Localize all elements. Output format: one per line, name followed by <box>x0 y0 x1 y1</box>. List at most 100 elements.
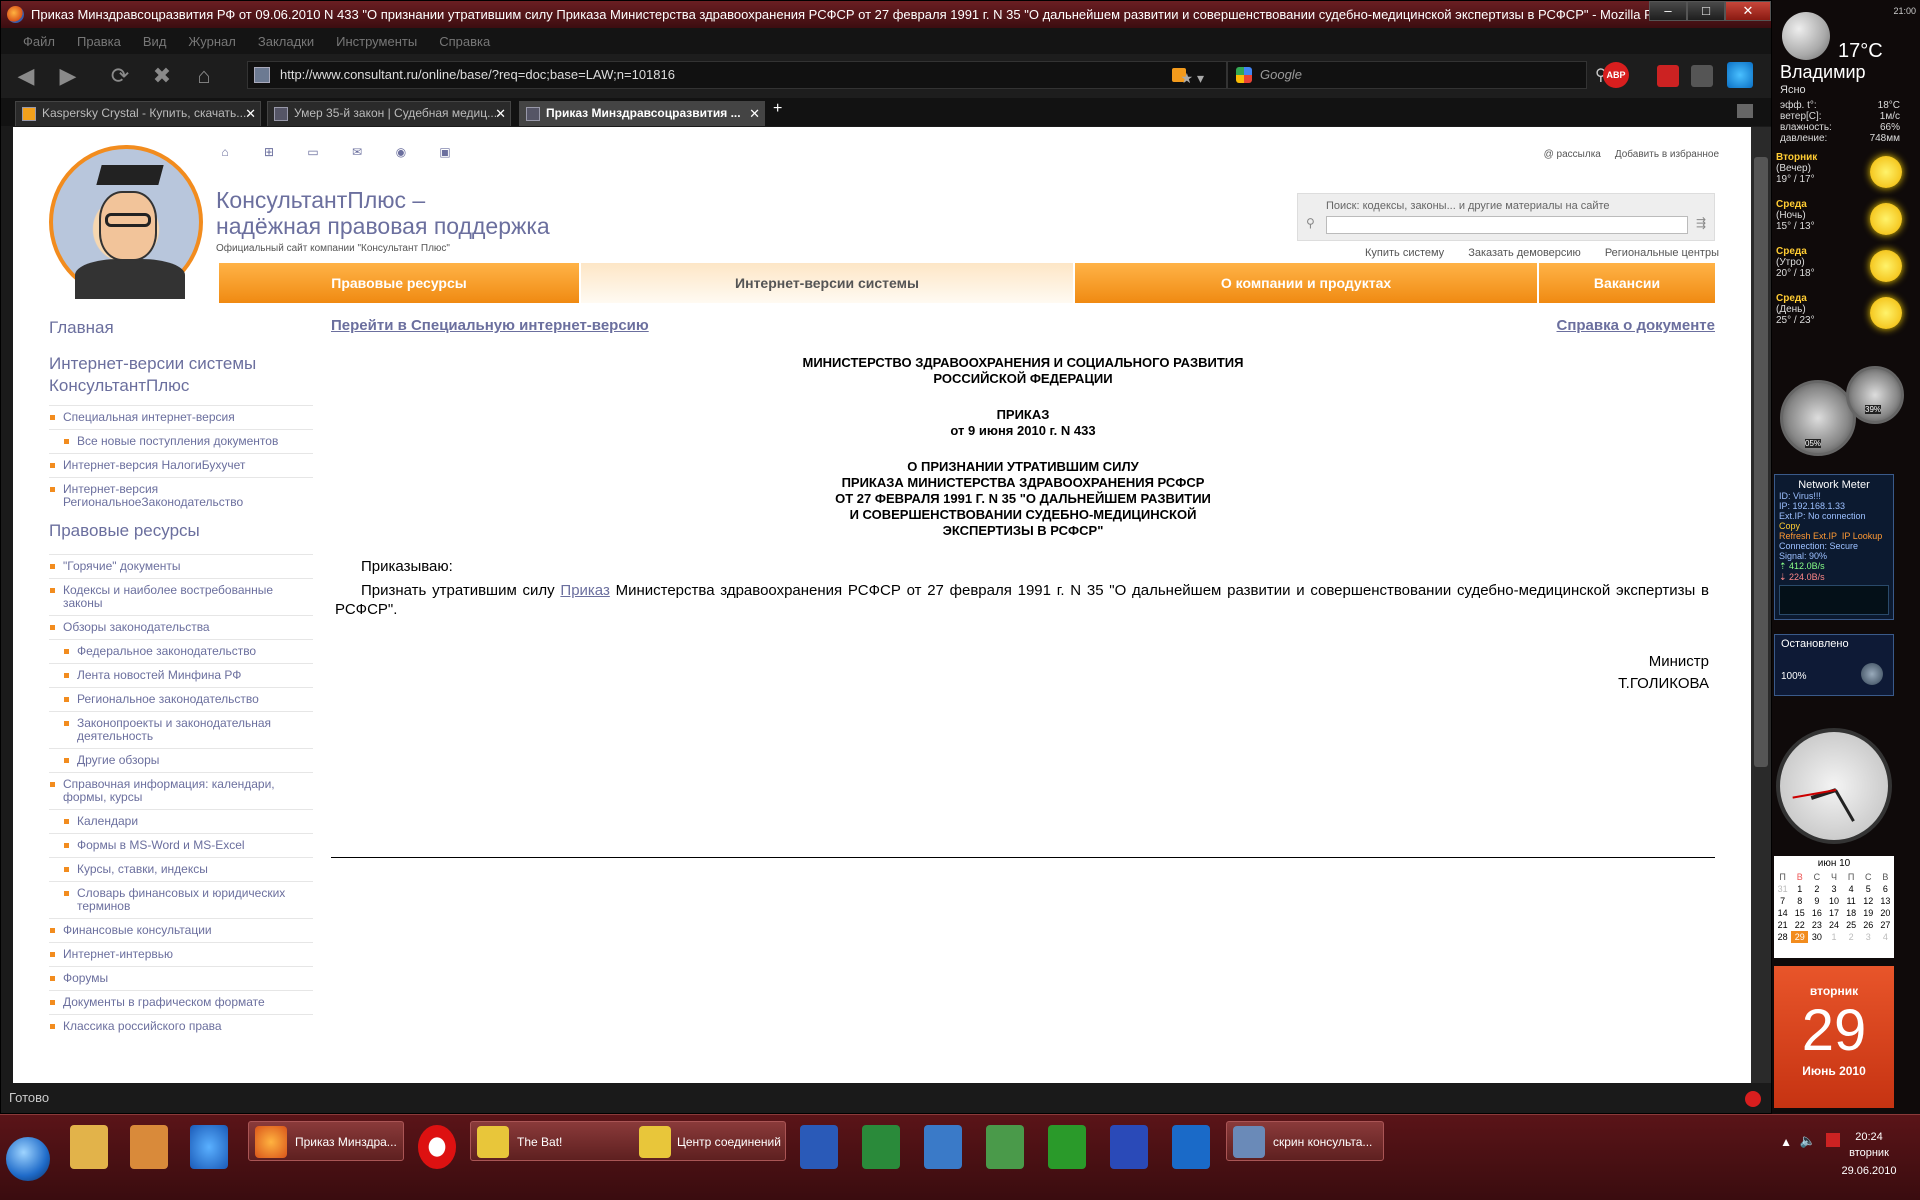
calendar-day[interactable]: 16 <box>1808 907 1825 919</box>
rss-icon[interactable]: ◉ <box>394 145 408 159</box>
play-icon[interactable] <box>1861 663 1883 685</box>
left-nav-item[interactable]: Календари <box>49 809 313 833</box>
calendar-day[interactable]: 4 <box>1877 931 1894 943</box>
search-input[interactable]: Google <box>1227 61 1587 89</box>
skype-icon[interactable] <box>1727 62 1753 88</box>
tab-kaspersky[interactable]: Kaspersky Crystal - Купить, скачать... ✕ <box>15 101 261 126</box>
doc-info-link[interactable]: Справка о документе <box>1557 317 1716 334</box>
left-nav-item[interactable]: Все новые поступления документов <box>49 429 313 453</box>
regional-centers-link[interactable]: Региональные центры <box>1605 247 1719 259</box>
windows-icon[interactable] <box>986 1125 1024 1169</box>
calendar-day[interactable]: 19 <box>1860 907 1877 919</box>
adblock-icon[interactable]: ABP <box>1603 62 1629 88</box>
calendar-day[interactable]: 9 <box>1808 895 1825 907</box>
left-nav-item[interactable]: Курсы, ставки, индексы <box>49 857 313 881</box>
url-bar[interactable]: http://www.consultant.ru/online/base/?re… <box>247 61 1227 89</box>
calendar-day[interactable]: 31 <box>1774 883 1791 895</box>
maximize-button[interactable]: □ <box>1687 1 1725 21</box>
left-nav-item[interactable]: Интернет-версия РегиональноеЗаконодатель… <box>49 477 313 514</box>
calendar-day[interactable]: 20 <box>1877 907 1894 919</box>
media-player-icon[interactable] <box>130 1125 168 1169</box>
forecast-item[interactable]: Вторник (Вечер) 19° / 17° <box>1776 152 1914 196</box>
tab-close-icon[interactable]: ✕ <box>245 102 256 125</box>
menu-bookmarks[interactable]: Закладки <box>258 34 314 49</box>
calendar-day[interactable]: 21 <box>1774 919 1791 931</box>
left-nav-item[interactable]: Интернет-интервью <box>49 942 313 966</box>
close-button[interactable]: ✕ <box>1725 1 1771 21</box>
tab-list-icon[interactable] <box>1737 104 1753 118</box>
forecast-item[interactable]: Среда (День) 25° / 23° <box>1776 293 1914 337</box>
left-nav-item[interactable]: "Горячие" документы <box>49 554 313 578</box>
subscribe-link[interactable]: @ рассылка <box>1544 149 1601 160</box>
taskbar-thebat[interactable]: The Bat! Центр соединений <box>470 1121 786 1161</box>
tray-arrow-icon[interactable]: ▲ <box>1780 1135 1792 1149</box>
explorer-icon[interactable] <box>70 1125 108 1169</box>
left-nav-item[interactable]: Финансовые консультации <box>49 918 313 942</box>
left-nav-item[interactable]: Форумы <box>49 966 313 990</box>
buy-system-link[interactable]: Купить систему <box>1365 247 1444 259</box>
left-nav-item[interactable]: Федеральное законодательство <box>49 639 313 663</box>
back-button[interactable]: ◀ <box>9 59 43 93</box>
add-favorites-link[interactable]: Добавить в избранное <box>1615 149 1719 160</box>
calendar-day[interactable]: 12 <box>1860 895 1877 907</box>
calendar-day[interactable]: 8 <box>1791 895 1808 907</box>
forecast-item[interactable]: Среда (Утро) 20° / 18° <box>1776 246 1914 290</box>
tool-icon[interactable] <box>1172 1125 1210 1169</box>
left-nav-item[interactable]: Формы в MS-Word и MS-Excel <box>49 833 313 857</box>
reload-button[interactable]: ⟳ <box>103 59 137 93</box>
calendar-day[interactable]: 29 <box>1791 931 1809 943</box>
calendar-day[interactable]: 26 <box>1860 919 1877 931</box>
adblock-status-icon[interactable] <box>1745 1091 1761 1107</box>
minimize-button[interactable]: – <box>1649 1 1687 21</box>
nav-internet-versions[interactable]: Интернет-версии системы <box>581 263 1075 303</box>
floppy-icon[interactable] <box>1110 1125 1148 1169</box>
calendar-day[interactable]: 5 <box>1860 883 1877 895</box>
left-nav-item[interactable]: Документы в графическом формате <box>49 990 313 1014</box>
menu-history[interactable]: Журнал <box>188 34 235 49</box>
nav-internet-heading[interactable]: Интернет-версии системы КонсультантПлюс <box>49 353 313 397</box>
calendar-gadget[interactable]: июн 10 П В С Ч П С В 31 1 2 3 4 5 6 7 8 9 10 11 12 13 14 15 16 1… <box>1774 856 1894 958</box>
left-nav-item[interactable]: Другие обзоры <box>49 748 313 772</box>
left-nav-item[interactable]: Интернет-версия НалогиБухучет <box>49 453 313 477</box>
left-nav-item[interactable]: Специальная интернет-версия <box>49 405 313 429</box>
order-demo-link[interactable]: Заказать демоверсию <box>1468 247 1581 259</box>
nav-legal-heading[interactable]: Правовые ресурсы <box>49 520 313 542</box>
word-icon[interactable] <box>800 1125 838 1169</box>
tab-close-icon[interactable]: ✕ <box>749 102 760 125</box>
vertical-scrollbar[interactable] <box>1751 127 1771 1083</box>
left-nav-item[interactable]: Лента новостей Минфина РФ <box>49 663 313 687</box>
kaspersky-icon[interactable] <box>1691 65 1713 87</box>
consultant-logo[interactable] <box>49 145 203 299</box>
left-nav-item[interactable]: Классика российского права <box>49 1014 313 1038</box>
calendar-day[interactable]: 30 <box>1808 931 1825 943</box>
left-nav-item[interactable]: Обзоры законодательства <box>49 615 313 639</box>
calendar-day[interactable]: 14 <box>1774 907 1791 919</box>
left-nav-item[interactable]: Законопроекты и законодательная деятельн… <box>49 711 313 748</box>
left-nav-item[interactable]: Справочная информация: календари, формы,… <box>49 772 313 809</box>
nav-home-heading[interactable]: Главная <box>49 317 313 339</box>
left-nav-item[interactable]: Словарь финансовых и юридических термино… <box>49 881 313 918</box>
calendar-day[interactable]: 2 <box>1843 931 1860 943</box>
mail-icon[interactable]: ✉ <box>350 145 364 159</box>
calendar-day[interactable]: 25 <box>1843 919 1860 931</box>
calendar-day[interactable]: 7 <box>1774 895 1791 907</box>
noscript-icon[interactable] <box>1657 65 1679 87</box>
start-button[interactable] <box>6 1137 50 1181</box>
calendar-day[interactable]: 3 <box>1825 883 1842 895</box>
network-meter-gadget[interactable]: Network Meter ID: Virus!!! IP: 192.168.1… <box>1774 474 1894 620</box>
calendar-day[interactable]: 2 <box>1808 883 1825 895</box>
special-version-link[interactable]: Перейти в Специальную интернет-версию <box>331 317 649 334</box>
calendar-day[interactable]: 28 <box>1774 931 1791 943</box>
order-link[interactable]: Приказ <box>560 582 609 599</box>
home-button[interactable]: ⌂ <box>187 59 221 93</box>
calendar-day[interactable]: 6 <box>1877 883 1894 895</box>
calendar-day[interactable]: 11 <box>1843 895 1860 907</box>
tab-sudmed[interactable]: Умер 35-й закон | Судебная медиц... ✕ <box>267 101 511 126</box>
forward-button[interactable]: ▶ <box>51 59 85 93</box>
excel-icon[interactable] <box>862 1125 900 1169</box>
menu-tools[interactable]: Инструменты <box>336 34 417 49</box>
print-icon[interactable]: ▭ <box>306 145 320 159</box>
calendar-day[interactable]: 3 <box>1860 931 1877 943</box>
taskbar-firefox[interactable]: Приказ Минздра... <box>248 1121 404 1161</box>
calendar-day[interactable]: 17 <box>1825 907 1842 919</box>
